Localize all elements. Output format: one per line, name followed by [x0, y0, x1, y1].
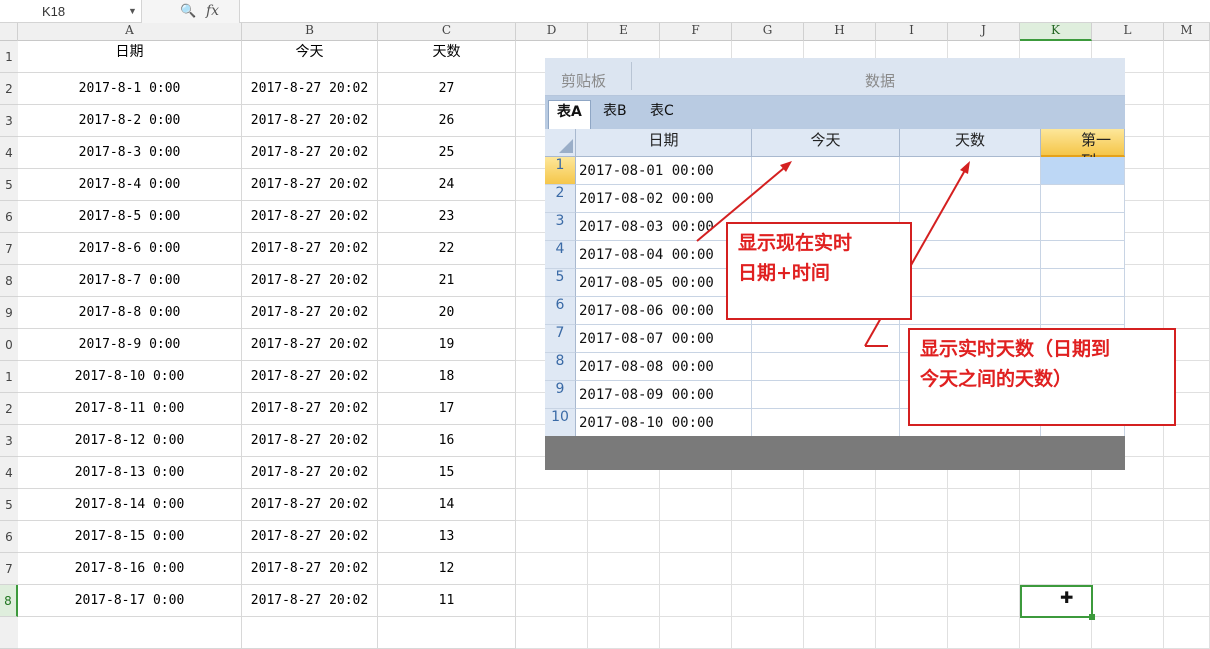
note1-line2: 日期+时间 — [738, 262, 830, 284]
annotation-note-realtime: 显示现在实时 日期+时间 — [726, 222, 912, 320]
note2-line1: 显示实时天数（日期到 — [920, 338, 1111, 360]
note1-line1: 显示现在实时 — [738, 232, 853, 254]
note2-line2: 今天之间的天数） — [920, 368, 1073, 390]
annotation-note-days: 显示实时天数（日期到 今天之间的天数） — [908, 328, 1176, 426]
fill-handle[interactable] — [1089, 614, 1095, 620]
cursor-plus-icon: ✚ — [1060, 588, 1074, 607]
arrowhead-days — [960, 161, 970, 174]
annotation-arrows — [696, 161, 970, 347]
selected-cell-k18[interactable] — [1020, 585, 1093, 618]
